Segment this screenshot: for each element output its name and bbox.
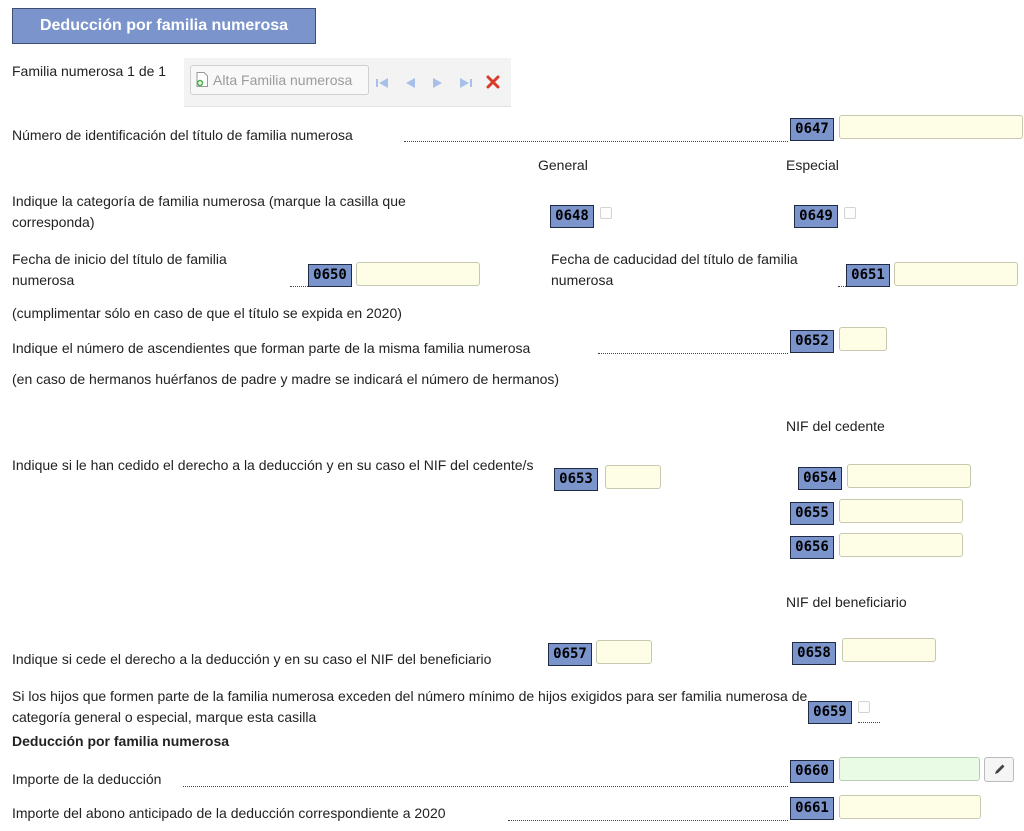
hijos-checkbox[interactable] [858,701,870,713]
previous-icon[interactable] [402,76,420,90]
code-0658: 0658 [792,642,836,665]
leader-dots [508,820,788,821]
nif-cedente-input-1[interactable] [847,464,971,488]
especial-checkbox[interactable] [844,207,856,219]
code-0653: 0653 [554,468,598,491]
delete-icon[interactable] [486,75,500,89]
importe-label: Importe de la deducción [12,771,162,787]
fecha-caducidad-label: Fecha de caducidad del título de familia… [551,251,798,288]
fecha-inicio-label: Fecha de inicio del título de familia nu… [12,251,227,288]
leader-dots [290,286,308,287]
code-0655: 0655 [790,502,834,525]
add-family-button[interactable]: Alta Familia numerosa [190,65,369,95]
nota-2020: (cumplimentar sólo en caso de que el tít… [12,305,402,321]
general-checkbox[interactable] [600,207,612,219]
abono-input[interactable] [839,795,981,819]
nif-cedente-input-2[interactable] [839,499,963,523]
add-document-icon [196,72,208,87]
edit-button[interactable] [984,757,1014,782]
abono-label: Importe del abono anticipado de la deduc… [12,805,446,821]
nif-beneficiario-input[interactable] [842,638,936,662]
code-0657: 0657 [548,643,592,666]
leader-dots [858,722,880,723]
especial-header: Especial [786,157,839,173]
first-page-icon[interactable] [374,76,392,90]
general-header: General [538,157,588,173]
nif-beneficiario-header: NIF del beneficiario [786,594,907,610]
section-title: Deducción por familia numerosa [12,733,230,749]
cede-input[interactable] [596,640,652,664]
cede-label: Indique si cede el derecho a la deducció… [12,651,492,667]
next-icon[interactable] [428,76,446,90]
cedido-label: Indique si le han cedido el derecho a la… [12,457,534,473]
code-0650: 0650 [308,264,352,287]
leader-dots [838,286,846,287]
titulo-input[interactable] [839,115,1023,139]
leader-dots [598,353,788,354]
code-0656: 0656 [790,536,834,559]
record-counter: Familia numerosa 1 de 1 [12,63,167,79]
record-toolbar: Alta Familia numerosa [184,58,511,107]
pencil-icon [995,764,1005,774]
nif-cedente-input-3[interactable] [839,533,963,557]
titulo-label: Número de identificación del título de f… [12,127,353,143]
leader-dots [404,141,788,142]
categoria-label: Indique la categoría de familia numerosa… [12,193,406,230]
last-page-icon[interactable] [456,76,474,90]
fecha-inicio-input[interactable] [356,262,480,286]
ascendientes-input[interactable] [839,327,887,351]
hijos-label: Si los hijos que formen parte de la fami… [12,688,808,725]
code-0661: 0661 [790,797,834,820]
nota-huerfanos: (en caso de hermanos huérfanos de padre … [12,371,560,387]
importe-input[interactable] [839,757,980,781]
cedido-input[interactable] [605,465,661,489]
ascendientes-label: Indique el número de ascendientes que fo… [12,340,531,356]
code-0659: 0659 [808,701,852,724]
add-family-label: Alta Familia numerosa [213,72,353,88]
leader-dots [183,786,788,787]
code-0651: 0651 [846,264,890,287]
page-title: Deducción por familia numerosa [12,8,316,44]
code-0649: 0649 [794,205,838,228]
fecha-caducidad-input[interactable] [894,262,1018,286]
code-0648: 0648 [550,205,594,228]
code-0652: 0652 [790,330,834,353]
nif-cedente-header: NIF del cedente [786,418,885,434]
code-0660: 0660 [790,760,834,783]
code-0654: 0654 [798,467,842,490]
code-0647: 0647 [790,118,834,141]
